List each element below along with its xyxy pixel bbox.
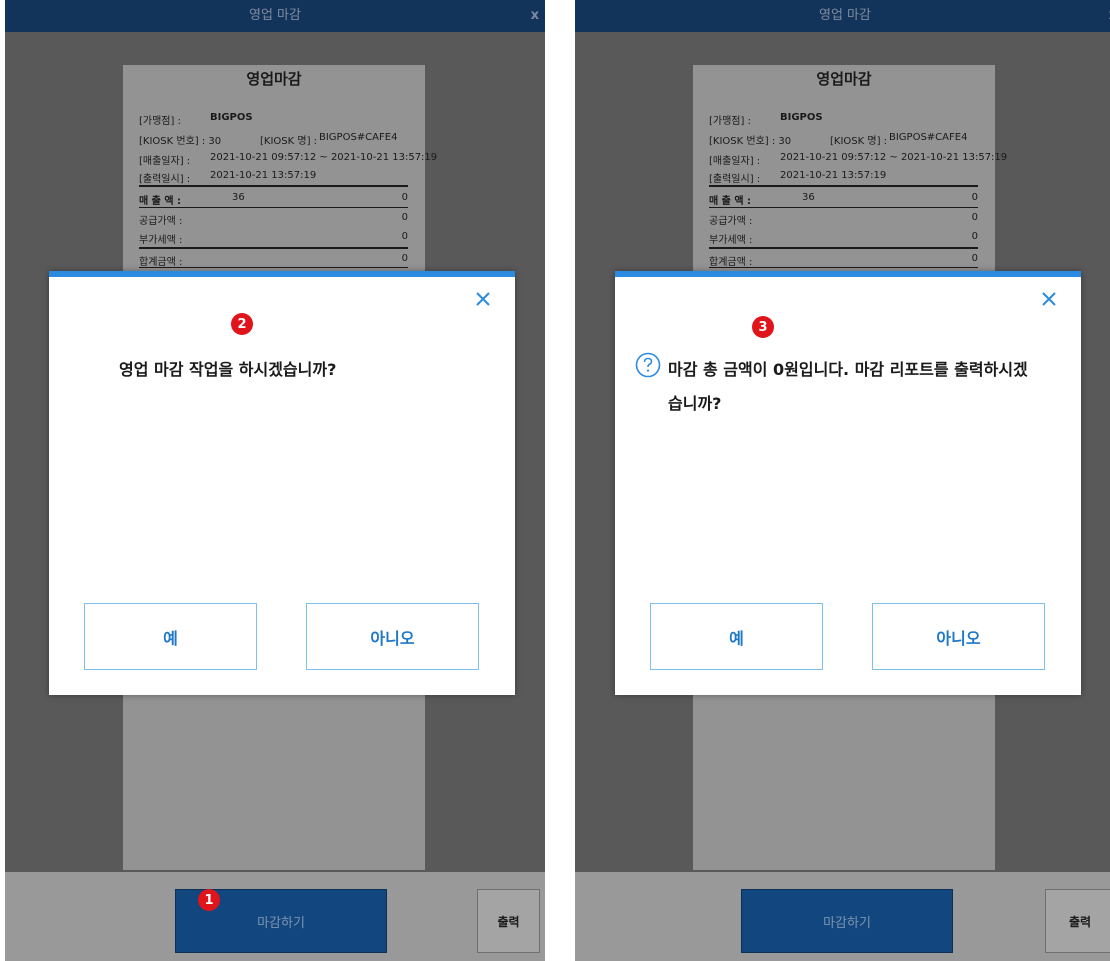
step-badge-2: 2 (231, 313, 253, 335)
sales-amount-label: 매 출 액 : (709, 196, 752, 207)
window-close-button[interactable]: x (531, 0, 539, 32)
window-title: 영업 마감 (249, 8, 301, 23)
sales-amount: 0 (971, 192, 978, 203)
sales-period-label: [매출일자] : (139, 156, 191, 167)
print-report-dialog: 마감 총 금액이 0원입니다. 마감 리포트를 출력하시겠습니까? 예 아니오 (615, 271, 1081, 695)
dialog-message: 영업 마감 작업을 하시겠습니까? (119, 360, 337, 379)
window-title: 영업 마감 (819, 8, 871, 23)
dialog-message: 마감 총 금액이 0원입니다. 마감 리포트를 출력하시겠습니까? (668, 360, 1028, 413)
step-badge-1: 1 (198, 889, 220, 911)
sales-period-label: [매출일자] : (709, 156, 761, 167)
vat-amount: 0 (971, 231, 978, 242)
supply-amount: 0 (971, 212, 978, 223)
total-amount: 0 (401, 253, 408, 264)
question-icon (635, 352, 661, 378)
supply-label: 공급가액 : (709, 216, 753, 227)
kiosk-name-label: [KIOSK 명] : (830, 136, 888, 147)
title-bar: 영업 마감 x (575, 0, 1110, 32)
total-label: 합계금액 : (139, 257, 183, 268)
sales-count: 36 (802, 192, 815, 203)
receipt-divider (139, 207, 408, 208)
store-value: BIGPOS (210, 112, 253, 123)
vat-label: 부가세액 : (709, 235, 753, 246)
print-time-value: 2021-10-21 13:57:19 (780, 170, 887, 181)
sales-count: 36 (232, 192, 245, 203)
vat-amount: 0 (401, 231, 408, 242)
kiosk-name-label: [KIOSK 명] : (260, 136, 318, 147)
store-label: [가맹점] : (139, 116, 181, 127)
sales-period-value: 2021-10-21 09:57:12 ~ 2021-10-21 13:57:1… (210, 152, 438, 163)
receipt-divider (709, 267, 978, 268)
sales-amount-label: 매 출 액 : (139, 196, 182, 207)
store-value: BIGPOS (780, 112, 823, 123)
supply-label: 공급가액 : (139, 216, 183, 227)
footer-bar: 마감하기 출력 (5, 872, 545, 961)
receipt-title: 영업마감 (246, 70, 302, 88)
kiosk-name-value: BIGPOS#CAFE4 (319, 132, 398, 143)
screen-left: 영업 마감 x 영업마감 [가맹점] : BIGPOS [KIOSK 번호] :… (5, 0, 545, 961)
print-time-value: 2021-10-21 13:57:19 (210, 170, 317, 181)
close-sales-button[interactable]: 마감하기 (741, 889, 953, 953)
sales-amount: 0 (401, 192, 408, 203)
receipt-divider (709, 185, 978, 187)
vat-label: 부가세액 : (139, 235, 183, 246)
sales-period-value: 2021-10-21 09:57:12 ~ 2021-10-21 13:57:1… (780, 152, 1008, 163)
receipt-divider (139, 267, 408, 268)
yes-button[interactable]: 예 (84, 603, 257, 670)
kiosk-no-label: [KIOSK 번호] : 30 (139, 136, 222, 147)
print-button[interactable]: 출력 (477, 889, 540, 953)
confirm-close-dialog: 영업 마감 작업을 하시겠습니까? 예 아니오 (49, 271, 515, 695)
kiosk-name-value: BIGPOS#CAFE4 (889, 132, 968, 143)
receipt-divider (139, 185, 408, 187)
supply-amount: 0 (401, 212, 408, 223)
receipt-title: 영업마감 (816, 70, 872, 88)
print-button[interactable]: 출력 (1045, 889, 1110, 953)
print-time-label: [출력일시] : (709, 174, 761, 185)
close-icon[interactable] (473, 289, 493, 309)
store-label: [가맹점] : (709, 116, 751, 127)
receipt-divider (709, 247, 978, 249)
total-label: 합계금액 : (709, 257, 753, 268)
receipt-divider (139, 247, 408, 249)
no-button[interactable]: 아니오 (306, 603, 479, 670)
close-icon[interactable] (1039, 289, 1059, 309)
yes-button[interactable]: 예 (650, 603, 823, 670)
footer-bar: 마감하기 출력 (575, 872, 1110, 961)
title-bar: 영업 마감 x (5, 0, 545, 32)
kiosk-no-label: [KIOSK 번호] : 30 (709, 136, 792, 147)
no-button[interactable]: 아니오 (872, 603, 1045, 670)
total-amount: 0 (971, 253, 978, 264)
screen-right: 영업 마감 x 영업마감 [가맹점] : BIGPOS [KIOSK 번호] :… (575, 0, 1110, 961)
step-badge-3: 3 (752, 316, 774, 338)
receipt-divider (709, 207, 978, 208)
print-time-label: [출력일시] : (139, 174, 191, 185)
